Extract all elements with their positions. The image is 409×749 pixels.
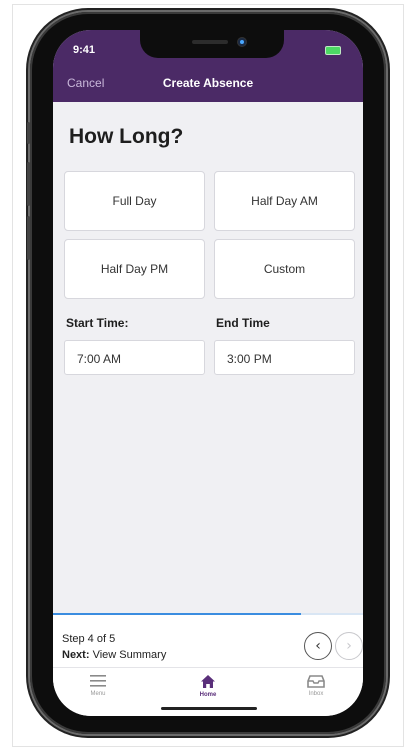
step-indicator: Step 4 of 5 xyxy=(62,633,116,645)
next-button[interactable]: › xyxy=(335,632,363,660)
end-time-field[interactable]: 3:00 PM xyxy=(214,340,355,375)
tab-inbox[interactable]: Inbox xyxy=(281,674,351,697)
half-day-pm-button[interactable]: Half Day PM xyxy=(64,239,205,299)
how-long-heading: How Long? xyxy=(69,125,184,148)
speaker-grille xyxy=(192,40,228,44)
tab-menu[interactable]: Menu xyxy=(63,674,133,697)
step-panel: Step 4 of 5 Next: View Summary ‹ › xyxy=(53,615,363,667)
chevron-left-icon: ‹ xyxy=(315,638,321,654)
tab-inbox-label: Inbox xyxy=(308,691,324,697)
start-time-field[interactable]: 7:00 AM xyxy=(64,340,205,375)
next-prefix: Next: xyxy=(62,649,90,661)
phone-screen: 9:41 Cancel Create Absence How Long? Ful… xyxy=(53,30,363,716)
tab-menu-label: Menu xyxy=(90,691,106,697)
end-time-label: End Time xyxy=(216,316,270,330)
inbox-icon xyxy=(307,675,325,688)
half-day-am-button[interactable]: Half Day AM xyxy=(214,171,355,231)
page-title: Create Absence xyxy=(162,76,254,90)
header-bar: 9:41 Cancel Create Absence xyxy=(53,30,363,102)
start-time-label: Start Time: xyxy=(66,316,129,330)
tab-home[interactable]: Home xyxy=(173,674,243,698)
mute-switch xyxy=(27,122,30,144)
camera-icon xyxy=(238,38,246,46)
home-icon xyxy=(201,675,215,688)
chevron-right-icon: › xyxy=(346,638,352,654)
tab-home-label: Home xyxy=(199,692,217,698)
hamburger-icon xyxy=(90,675,106,687)
phone-frame: 9:41 Cancel Create Absence How Long? Ful… xyxy=(27,12,386,734)
previous-button[interactable]: ‹ xyxy=(304,632,332,660)
volume-up-button xyxy=(27,162,30,206)
home-indicator xyxy=(161,707,257,710)
volume-down-button xyxy=(27,216,30,260)
status-time: 9:41 xyxy=(73,44,96,56)
next-step-value: View Summary xyxy=(92,649,167,661)
next-step-text: Next: View Summary xyxy=(62,649,166,661)
notch xyxy=(140,30,284,58)
full-day-button[interactable]: Full Day xyxy=(64,171,205,231)
battery-icon xyxy=(325,46,341,55)
custom-button[interactable]: Custom xyxy=(214,239,355,299)
